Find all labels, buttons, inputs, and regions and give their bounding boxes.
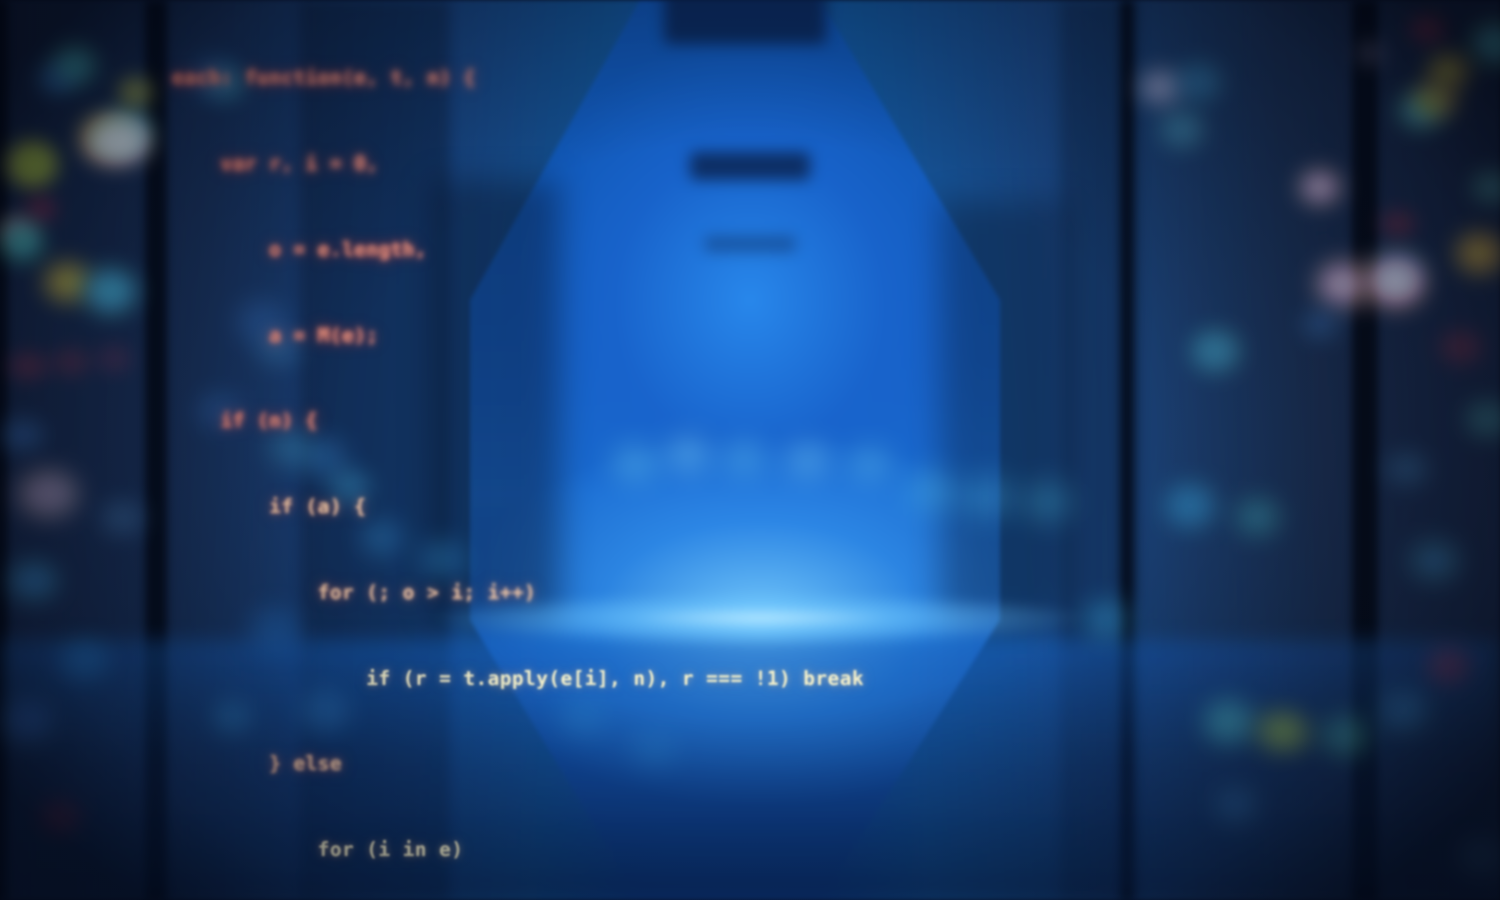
code-line: each: function(e, t, n) { [172, 66, 476, 90]
code-overlay: each: function(e, t, n) { var r, i = 0, … [0, 0, 1500, 900]
code-line: var r, i = 0, [172, 151, 379, 175]
code-line: o = e.length, [172, 237, 427, 261]
code-line: } else [172, 752, 342, 776]
code-line: if (n) { [172, 409, 318, 433]
screenshot-canvas: each: function(e, t, n) { var r, i = 0, … [0, 0, 1500, 900]
code-line: for (; o > i; i++) [172, 580, 537, 604]
code-line: if (a) { [172, 495, 367, 519]
code-line: a = M(e); [172, 323, 379, 347]
code-line: if (r = t.apply(e[i], n), r === !1) brea… [172, 666, 864, 690]
code-line: for (i in e) [172, 838, 464, 862]
